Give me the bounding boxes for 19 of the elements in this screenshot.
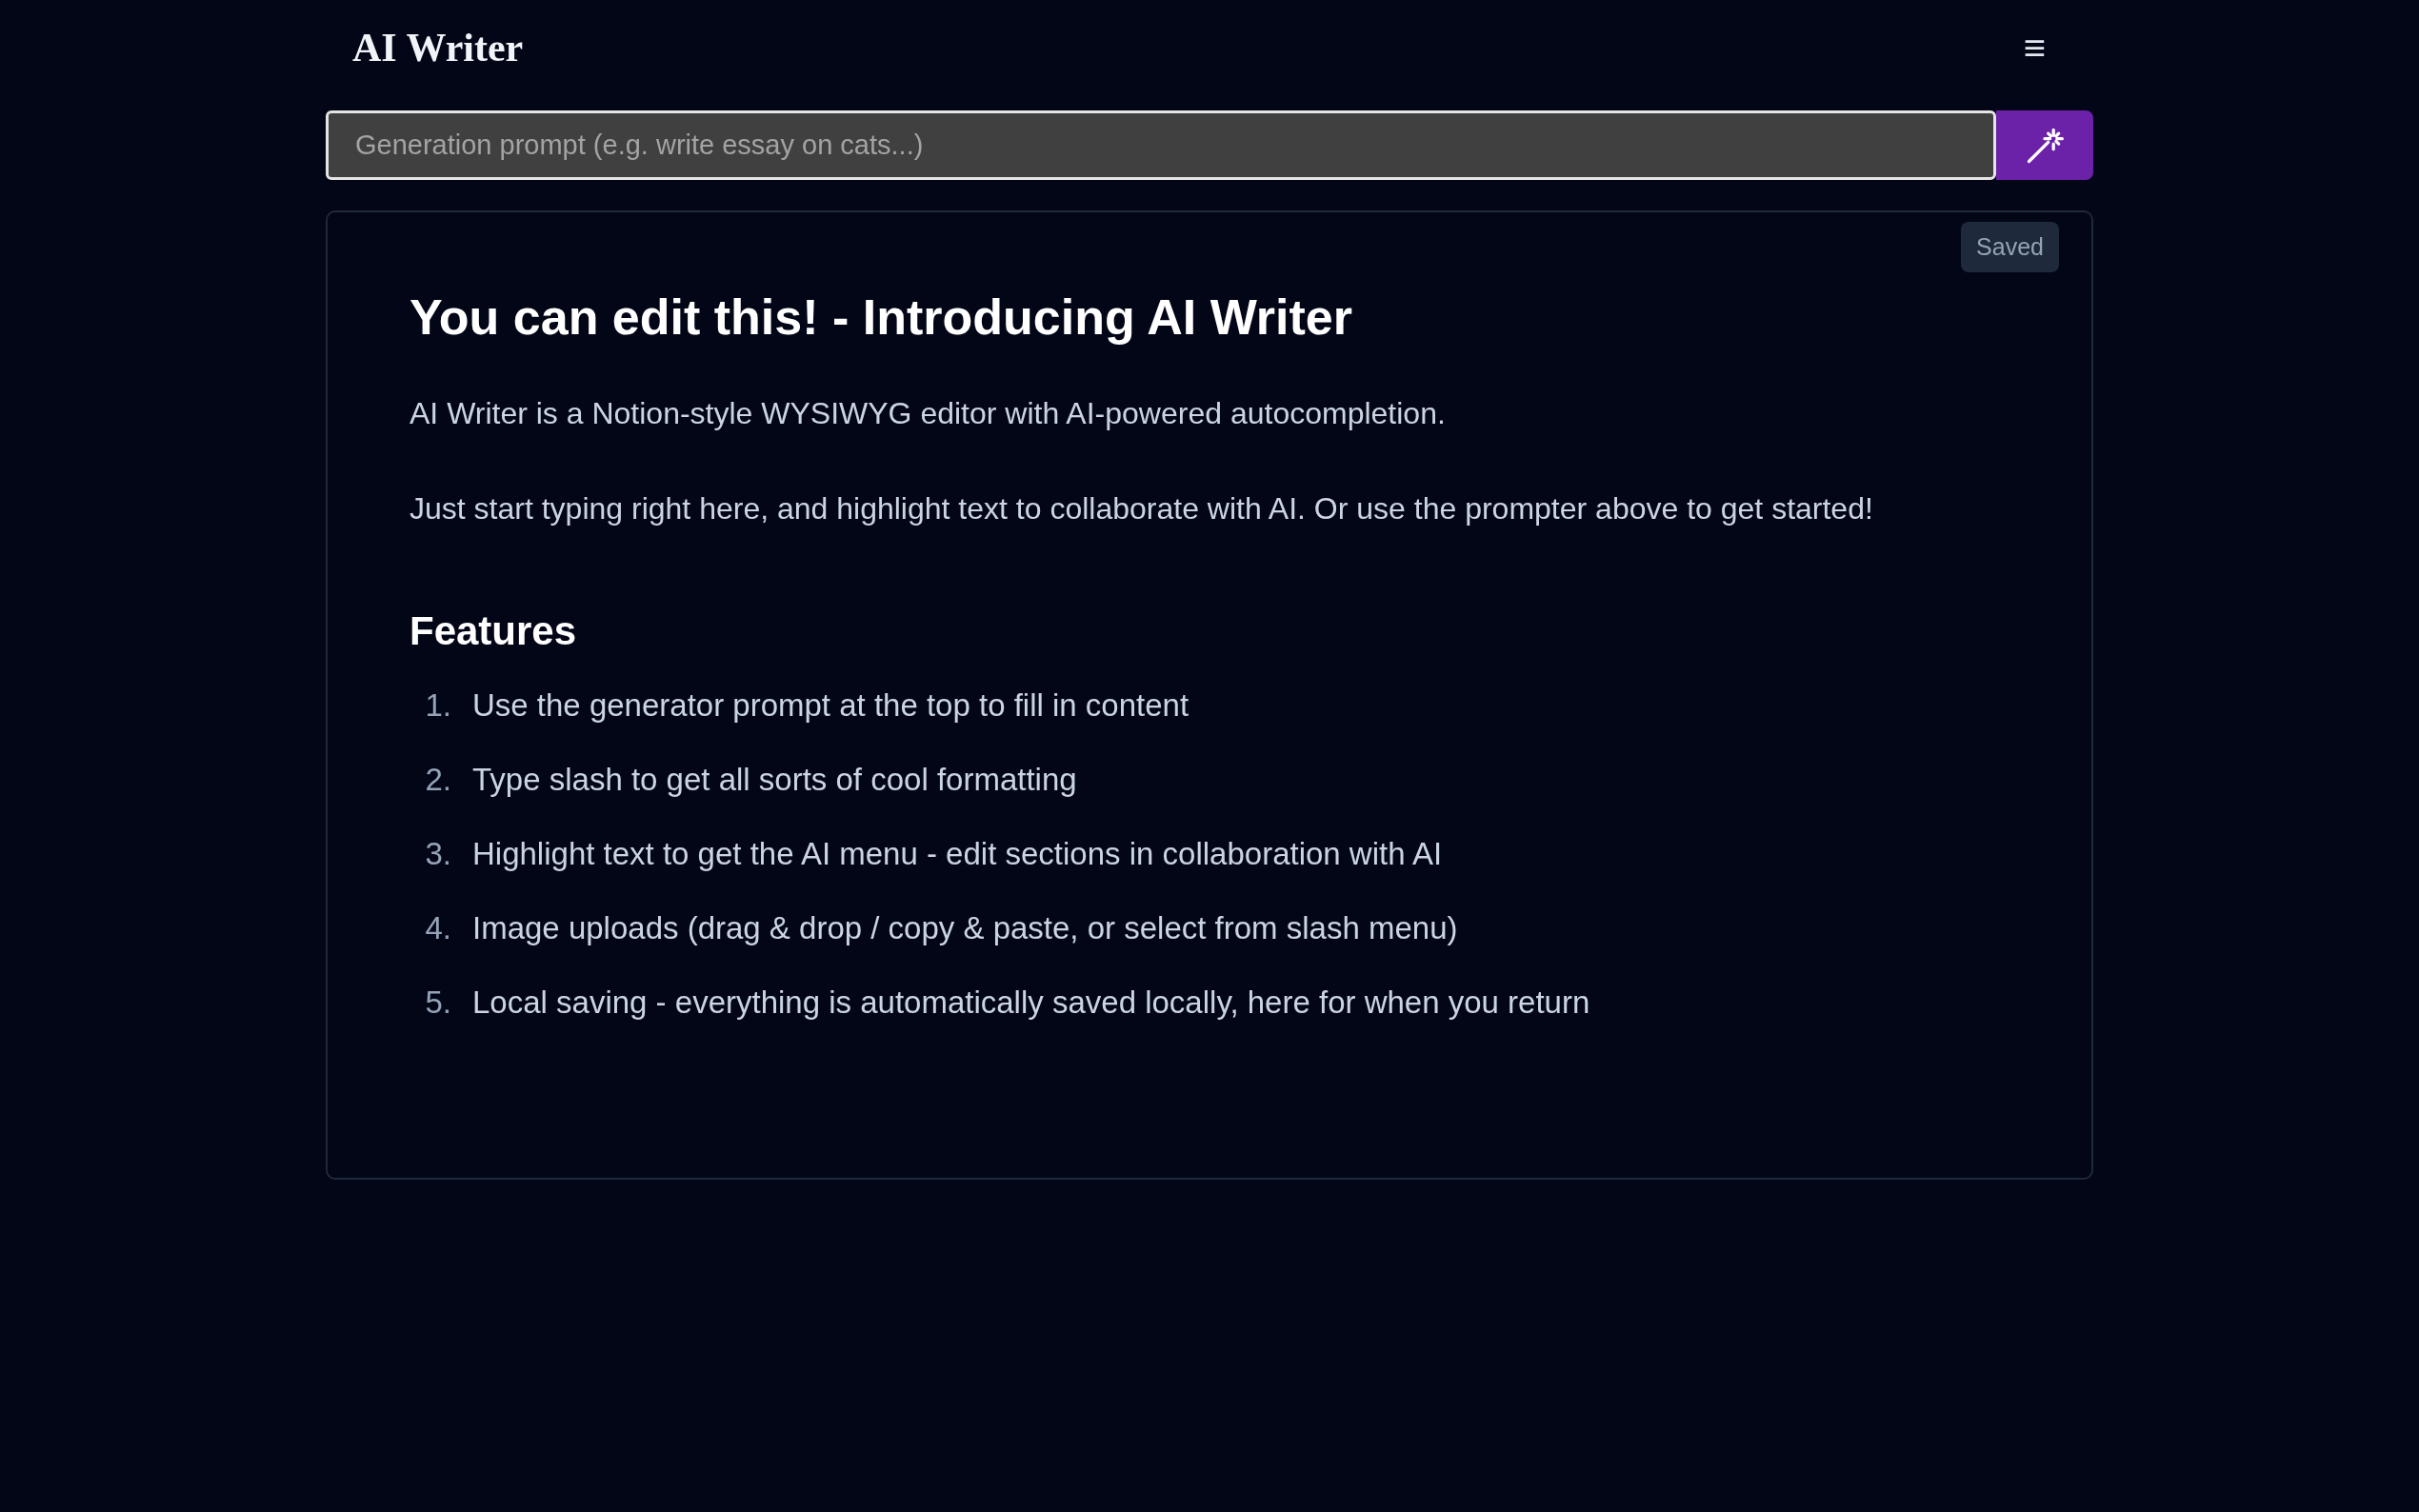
list-number: 4. (424, 909, 451, 947)
feature-item: Local saving - everything is automatically saved locally, here for when you return (472, 984, 1590, 1022)
feature-item: Type slash to get all sorts of cool formatting (472, 761, 1077, 799)
paragraph: Just start typing right here, and highlight text to collaborate with AI. Or use the prompter above to get started! (410, 490, 1874, 527)
prompt-field[interactable]: Generation prompt (e.g. write essay on cats...) (326, 110, 1996, 180)
generate-button[interactable] (1996, 110, 2093, 180)
section-heading: Features (410, 608, 578, 654)
document-title: You can edit this! - Introducing AI Writer (410, 288, 1353, 346)
list-number: 1. (424, 686, 451, 725)
paragraph: AI Writer is a Notion-style WYSIWYG editor with AI-powered autocompletion. (410, 395, 1447, 432)
app-title: AI Writer (352, 25, 524, 70)
list-number: 2. (424, 761, 451, 799)
menu-button[interactable]: ≡ (2023, 26, 2046, 70)
list-number: 5. (424, 984, 451, 1022)
feature-item: Highlight text to get the AI menu - edit sections in collaboration with AI (472, 835, 1443, 873)
save-status: Saved (1961, 222, 2059, 272)
feature-item: Image uploads (drag & drop / copy & paste, or select from slash menu) (472, 909, 1458, 947)
list-number: 3. (424, 835, 451, 873)
feature-item: Use the generator prompt at the top to fill in content (472, 686, 1190, 725)
